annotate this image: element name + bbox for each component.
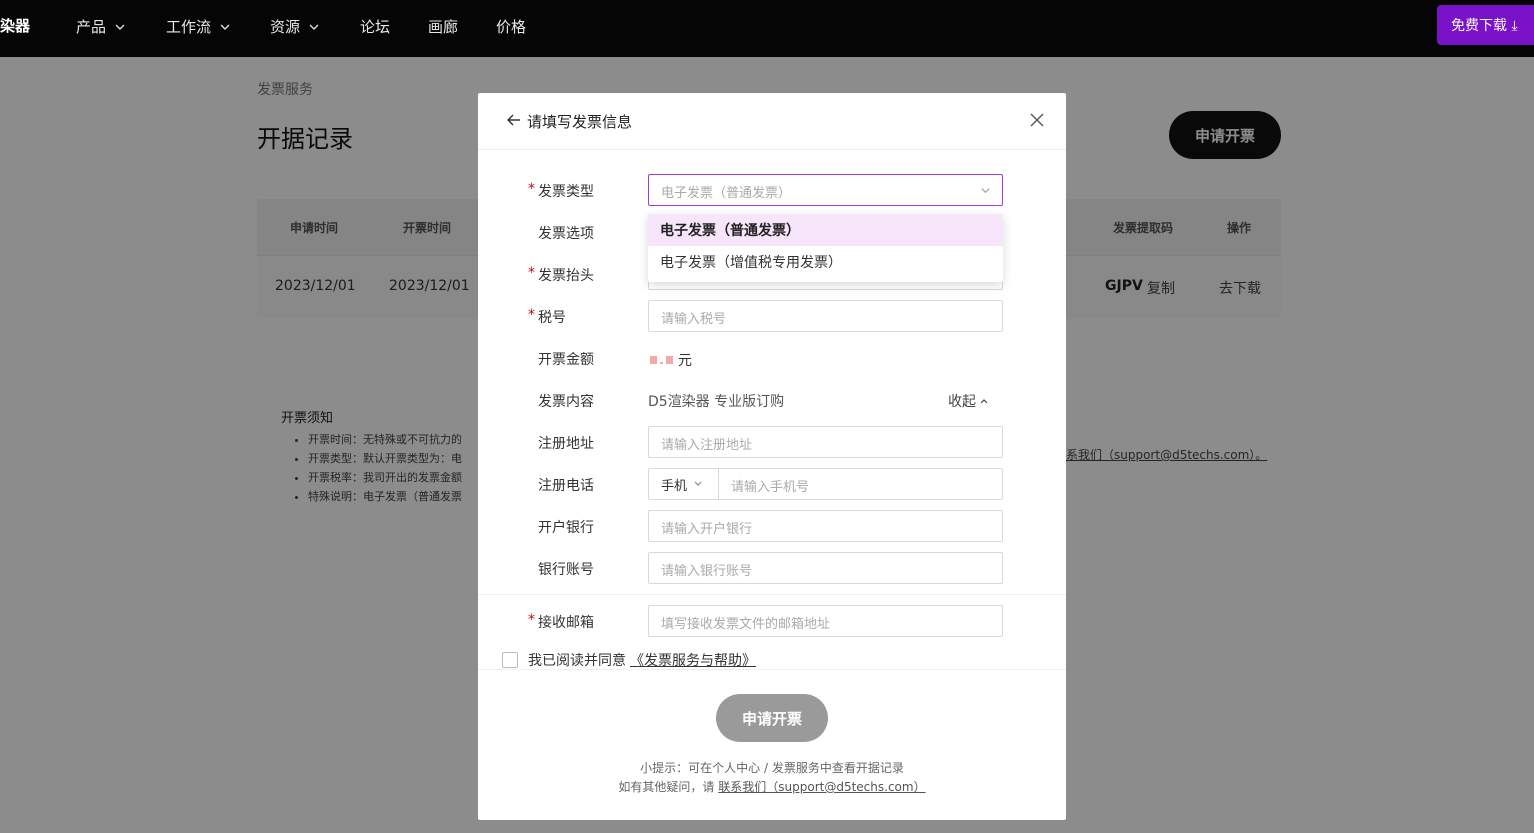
email-input[interactable]: 填写接收发票文件的邮箱地址 <box>648 605 1003 637</box>
phone-number-input[interactable]: 请输入手机号 <box>731 476 809 495</box>
redacted-amount <box>650 356 657 364</box>
footer-divider <box>478 669 1066 670</box>
bank-input[interactable]: 请输入开户银行 <box>648 510 1003 542</box>
form-divider <box>478 594 1066 595</box>
bank-label: 开户银行 <box>538 520 594 536</box>
invoice-type-select[interactable]: 电子发票（普通发票） <box>648 174 1003 206</box>
email-placeholder: 填写接收发票文件的邮箱地址 <box>661 617 831 632</box>
reg-address-placeholder: 请输入注册地址 <box>661 438 753 453</box>
chevron-down-icon <box>115 24 125 30</box>
dropdown-option-vat[interactable]: 电子发票（增值税专用发票） <box>648 246 1003 278</box>
tax-id-label: 税号 <box>538 310 566 326</box>
collapse-label: 收起 <box>948 394 976 410</box>
tip-text: 小提示：可在个人中心 / 发票服务中查看开据记录 <box>640 761 904 775</box>
agree-text: 我已阅读并同意 <box>528 653 626 669</box>
chevron-down-icon <box>694 481 702 486</box>
nav-item-label: 资源 <box>270 18 301 36</box>
collapse-toggle[interactable]: 收起 <box>948 391 989 411</box>
dropdown-option-normal[interactable]: 电子发票（普通发票） <box>648 214 1003 246</box>
nav-item-label: 论坛 <box>360 18 391 36</box>
contact-tip: 如有其他疑问，请 联系我们（support@d5techs.com） <box>478 778 1066 795</box>
tax-id-placeholder: 请输入税号 <box>661 312 727 327</box>
contact-us-link[interactable]: 联系我们（support@d5techs.com） <box>718 780 925 794</box>
nav-item-resources[interactable]: 资源 <box>270 16 320 37</box>
contact-tip-prefix: 如有其他疑问，请 <box>618 780 715 794</box>
bank-account-input[interactable]: 请输入银行账号 <box>648 552 1003 584</box>
top-nav: 染器 产品 工作流 资源 论坛 画廊 价格 免费下载 ⤓ <box>0 0 1534 57</box>
close-icon[interactable] <box>1029 112 1045 128</box>
invoice-content-label: 发票内容 <box>538 394 594 410</box>
nav-item-label: 产品 <box>76 18 107 36</box>
required-mark: * <box>528 612 535 628</box>
nav-item-label: 画廊 <box>428 18 459 36</box>
download-button-label: 免费下载 ⤓ <box>1451 18 1518 34</box>
bank-account-placeholder: 请输入银行账号 <box>661 564 753 579</box>
phone-type-select[interactable]: 手机 <box>649 469 719 499</box>
chevron-down-icon <box>220 24 230 30</box>
nav-item-label: 工作流 <box>166 18 212 36</box>
reg-address-input[interactable]: 请输入注册地址 <box>648 426 1003 458</box>
nav-item-pricing[interactable]: 价格 <box>496 16 526 37</box>
brand-logo-text[interactable]: 染器 <box>0 15 30 36</box>
reg-address-label: 注册地址 <box>538 436 594 452</box>
invoice-content-value: D5渲染器 专业版订购 <box>648 394 785 410</box>
nav-item-gallery[interactable]: 画廊 <box>428 16 458 37</box>
invoice-form-modal: 请填写发票信息 * 发票类型 电子发票（普通发票） 发票选项 * 发票抬头 * … <box>478 93 1066 820</box>
invoice-header-label: 发票抬头 <box>538 268 594 284</box>
modal-title: 请填写发票信息 <box>527 113 633 131</box>
nav-item-workflow[interactable]: 工作流 <box>166 16 231 37</box>
chevron-down-icon <box>309 24 319 30</box>
submit-invoice-button[interactable]: 申请开票 <box>716 694 828 742</box>
agreement-row: 我已阅读并同意 《发票服务与帮助》 <box>502 650 756 670</box>
required-mark: * <box>528 265 535 281</box>
tax-id-input[interactable]: 请输入税号 <box>648 300 1003 332</box>
invoice-type-label: 发票类型 <box>538 184 594 200</box>
phone-type-value: 手机 <box>661 478 688 494</box>
redacted-amount <box>666 356 673 364</box>
nav-item-label: 价格 <box>496 18 527 36</box>
invoice-type-value: 电子发票（普通发票） <box>661 186 792 201</box>
email-label: 接收邮箱 <box>538 615 594 631</box>
service-help-link[interactable]: 《发票服务与帮助》 <box>630 653 756 669</box>
invoice-type-dropdown: 电子发票（普通发票） 电子发票（增值税专用发票） <box>648 214 1003 282</box>
amount-value: 元 <box>650 350 692 370</box>
modal-header: 请填写发票信息 <box>478 93 1066 150</box>
bank-placeholder: 请输入开户银行 <box>661 522 753 537</box>
chevron-down-icon <box>981 188 990 194</box>
reg-phone-group: 手机 请输入手机号 <box>648 468 1003 500</box>
required-mark: * <box>528 181 535 197</box>
bank-account-label: 银行账号 <box>538 562 594 578</box>
redacted-amount <box>660 362 663 364</box>
required-mark: * <box>528 307 535 323</box>
chevron-up-icon <box>980 399 988 404</box>
amount-unit: 元 <box>678 353 692 369</box>
nav-item-products[interactable]: 产品 <box>76 16 126 37</box>
reg-phone-label: 注册电话 <box>538 478 594 494</box>
free-download-button[interactable]: 免费下载 ⤓ <box>1437 5 1534 45</box>
back-arrow-icon[interactable] <box>506 112 522 128</box>
agree-checkbox[interactable] <box>502 652 518 668</box>
invoice-option-label: 发票选项 <box>538 226 594 242</box>
nav-item-forum[interactable]: 论坛 <box>360 16 390 37</box>
amount-label: 开票金额 <box>538 352 594 368</box>
